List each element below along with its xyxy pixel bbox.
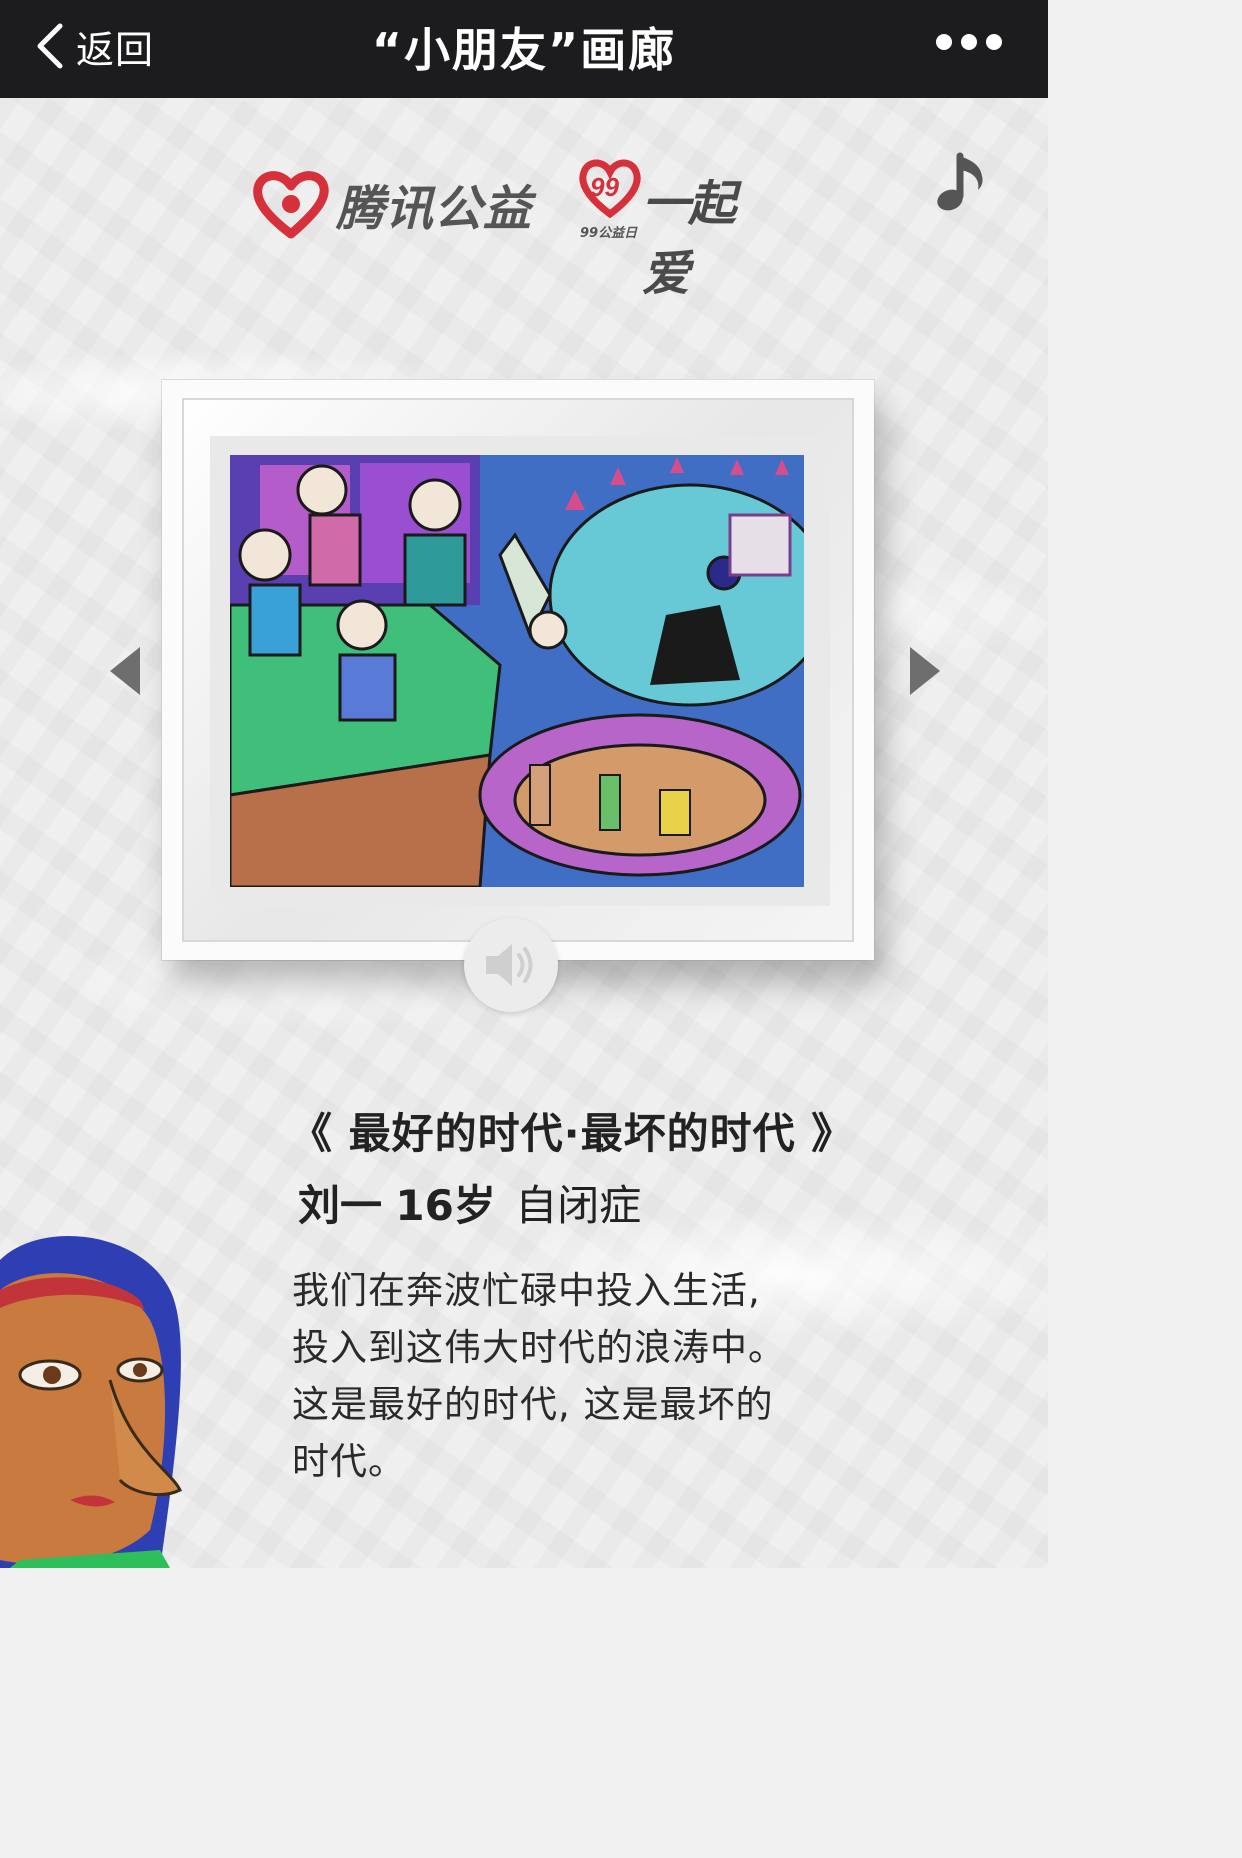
tencent-charity-logo: 腾讯公益 (252, 168, 532, 240)
artwork-title: 《 最好的时代·最坏的时代 》 (290, 1109, 855, 1158)
more-dot (961, 34, 977, 50)
artwork-description: 我们在奔波忙碌中投入生活, 投入到这伟大时代的浪涛中。 这是最好的时代, 这是最… (292, 1262, 812, 1490)
day99-small-text: 99公益日 (580, 226, 638, 241)
day99-slogan: 一起爱 (642, 176, 736, 302)
music-note-icon[interactable] (930, 150, 990, 216)
prev-arrow-icon[interactable] (108, 645, 142, 697)
more-dot (986, 34, 1002, 50)
audio-play-button[interactable] (464, 918, 558, 1012)
more-dots-icon (936, 34, 952, 50)
description-line: 投入到这伟大时代的浪涛中。 (292, 1326, 786, 1369)
tencent-logo-text: 腾讯公益 (336, 181, 533, 237)
svg-text:99: 99 (590, 172, 619, 202)
day99-logo: 99 99公益日 一起爱 (578, 156, 778, 302)
description-line: 我们在奔波忙碌中投入生活, (292, 1269, 761, 1312)
description-line: 这是最好的时代, 这是最坏的 (292, 1383, 774, 1426)
nav-bar: 返回 “小朋友”画廊 (0, 0, 1048, 98)
more-button[interactable] (936, 34, 1002, 50)
speaker-icon (486, 944, 533, 986)
heart-logo-icon (253, 171, 329, 239)
artist-info: 刘一 16岁 自闭症 (298, 1172, 641, 1233)
decorative-portrait (0, 1236, 183, 1568)
artist-name: 刘一 (298, 1181, 383, 1230)
description-line: 时代。 (292, 1440, 406, 1483)
artist-condition: 自闭症 (515, 1181, 642, 1230)
heart-99-icon: 99 (579, 159, 641, 218)
next-arrow-icon[interactable] (908, 645, 942, 697)
artwork-painting[interactable] (230, 455, 804, 887)
artist-age: 16岁 (395, 1181, 496, 1230)
page-title: “小朋友”画廊 (371, 23, 677, 77)
